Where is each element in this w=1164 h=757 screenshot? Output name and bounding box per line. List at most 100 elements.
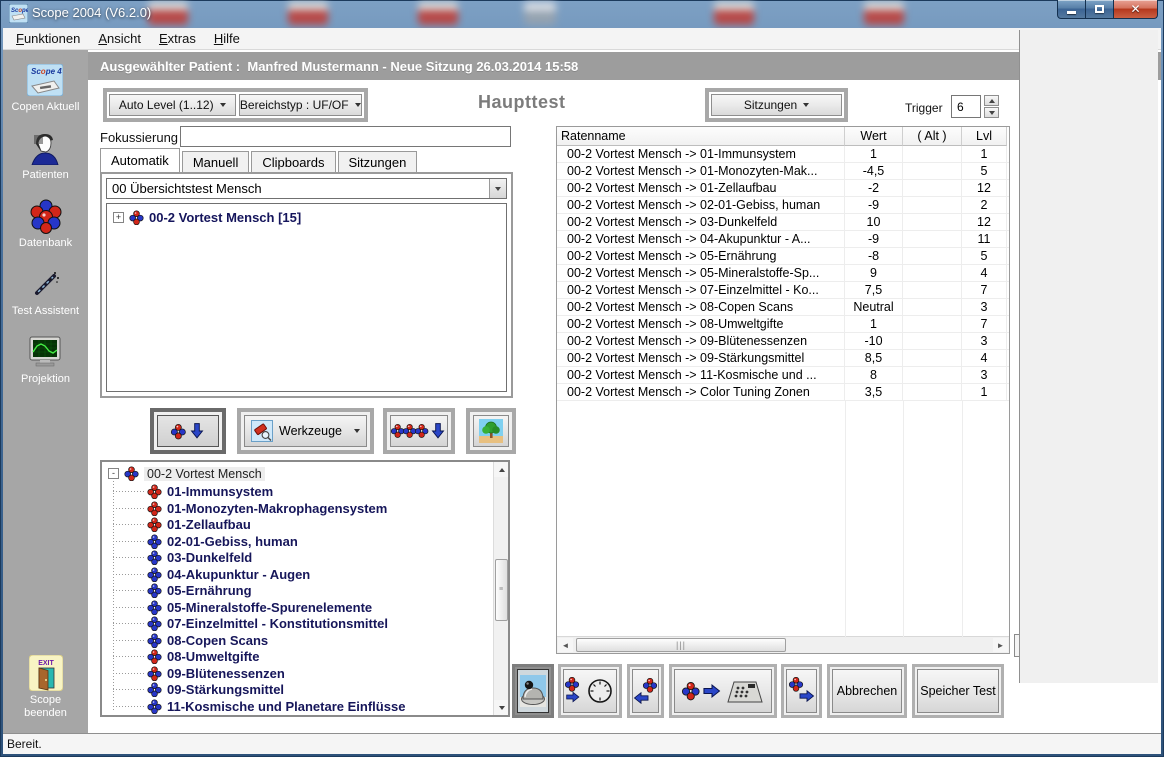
atoms-arrow-left-button[interactable] (632, 669, 659, 713)
scroll-right-button[interactable]: ► (993, 638, 1008, 652)
table-cell: 00-2 Vortest Mensch -> 08-Copen Scans (557, 299, 845, 315)
menu-item-extras[interactable]: Extras (150, 29, 205, 48)
atoms-download-button[interactable] (390, 415, 448, 447)
minimize-button[interactable] (1057, 0, 1086, 19)
tree-root-row[interactable]: + 00-2 Vortest Mensch [15] (113, 210, 301, 225)
table-row[interactable]: 00-2 Vortest Mensch -> 08-Copen ScansNeu… (557, 299, 1009, 316)
dropdown-arrow-button[interactable] (489, 179, 506, 198)
table-cell: 3,5 (845, 384, 903, 400)
table-row[interactable]: 00-2 Vortest Mensch -> 01-Monozyten-Mak.… (557, 163, 1009, 180)
bereichstyp-button[interactable]: Bereichstyp : UF/OF (239, 94, 363, 116)
sidebar-item-datenbank[interactable]: Datenbank (19, 198, 72, 249)
collapse-minus-icon[interactable]: - (108, 468, 119, 479)
table-row[interactable]: 00-2 Vortest Mensch -> 01-Zellaufbau-212 (557, 180, 1009, 197)
sidebar-item-copen-aktuell[interactable]: Scope 4 Copen Aktuell (12, 62, 80, 113)
table-row[interactable]: 00-2 Vortest Mensch -> 02-01-Gebiss, hum… (557, 197, 1009, 214)
menu-item-ansicht[interactable]: Ansicht (89, 29, 150, 48)
maximize-button[interactable] (1086, 0, 1113, 19)
menu-item-funktionen[interactable]: Funktionen (7, 29, 89, 48)
sidebar-item-test-assistent[interactable]: Test Assistent (12, 266, 79, 317)
tree-item[interactable]: 09-Stärkungsmittel (147, 682, 284, 697)
tab-manuell[interactable]: Manuell (182, 151, 250, 172)
tree-item[interactable]: 05-Mineralstoffe-Spurenelemente (147, 600, 372, 615)
chevron-down-icon (355, 103, 361, 107)
atom-download-button[interactable] (157, 415, 219, 447)
trigger-down-button[interactable] (984, 107, 999, 118)
application-window: Scope Scope 2004 (V6.2.0) ✕ FunktionenAn… (0, 0, 1164, 757)
hscrollbar-thumb[interactable]: ||| (576, 638, 786, 652)
menu-item-hilfe[interactable]: Hilfe (205, 29, 249, 48)
sidebar-item-projektion[interactable]: Projektion (21, 334, 70, 385)
column-header-ratenname[interactable]: Ratenname (557, 127, 845, 146)
fokussierung-input[interactable] (180, 126, 511, 147)
scrollbar-thumb[interactable]: ≡ (495, 559, 508, 621)
auto-level-button[interactable]: Auto Level (1..12) (109, 94, 236, 116)
test-dropdown[interactable]: 00 Übersichtstest Mensch (106, 178, 507, 199)
table-cell: 12 (962, 214, 1007, 230)
column-header-wert[interactable]: Wert (845, 127, 903, 146)
trigger-value-field[interactable]: 6 (951, 95, 981, 118)
scroll-left-button[interactable]: ◄ (558, 638, 573, 652)
tree-scrollbar[interactable]: ≡ (493, 462, 508, 715)
table-row[interactable]: 00-2 Vortest Mensch -> 05-Mineralstoffe-… (557, 265, 1009, 282)
tree-item[interactable]: 08-Umweltgifte (147, 649, 259, 664)
tab-clipboards[interactable]: Clipboards (251, 151, 335, 172)
table-row[interactable]: 00-2 Vortest Mensch -> 08-Umweltgifte17 (557, 316, 1009, 333)
tree-item[interactable]: 11-Kosmische und Planetare Einflüsse (147, 699, 405, 714)
column-header-lvl[interactable]: Lvl (962, 127, 1007, 146)
tree-button[interactable] (473, 415, 509, 447)
dome-sensor-button[interactable] (517, 669, 549, 713)
tree-item[interactable]: 01-Zellaufbau (147, 517, 251, 532)
tree-root-row[interactable]: - 00-2 Vortest Mensch (108, 466, 265, 481)
tree-item[interactable]: 08-Copen Scans (147, 633, 268, 648)
table-cell: 1 (962, 384, 1007, 400)
tree-item[interactable]: 02-01-Gebiss, human (147, 534, 298, 549)
table-cell: Neutral (845, 299, 903, 315)
action-button-frame (558, 664, 622, 718)
atom-to-device-button[interactable] (674, 669, 772, 713)
atoms-arrow-right-button[interactable] (786, 669, 817, 713)
tree-connector (113, 623, 145, 624)
tab-sitzungen[interactable]: Sitzungen (338, 151, 418, 172)
table-row[interactable]: 00-2 Vortest Mensch -> 09-Stärkungsmitte… (557, 350, 1009, 367)
arrow-left-icon: ◄ (562, 641, 570, 650)
table-hscrollbar[interactable]: ◄ ||| ► (557, 636, 1009, 653)
table-row[interactable]: 00-2 Vortest Mensch -> 05-Ernährung-85 (557, 248, 1009, 265)
tab-automatik[interactable]: Automatik (100, 148, 180, 172)
scroll-up-button[interactable] (494, 462, 509, 477)
werkzeuge-button[interactable]: Werkzeuge (244, 415, 367, 447)
table-row[interactable]: 00-2 Vortest Mensch -> 03-Dunkelfeld1012 (557, 214, 1009, 231)
table-cell: 3 (962, 333, 1007, 349)
glass-reflection (418, 2, 458, 25)
tree-item[interactable]: 05-Ernährung (147, 583, 252, 598)
expand-plus-icon[interactable]: + (113, 212, 124, 223)
scroll-down-button[interactable] (494, 700, 509, 715)
column-header-alt[interactable]: ( Alt ) (903, 127, 962, 146)
tree-connector (113, 640, 145, 641)
table-row[interactable]: 00-2 Vortest Mensch -> 09-Blütenessenzen… (557, 333, 1009, 350)
abbrechen-button[interactable]: Abbrechen (832, 669, 902, 713)
table-row[interactable]: 00-2 Vortest Mensch -> 11-Kosmische und … (557, 367, 1009, 384)
tree-item[interactable]: 03-Dunkelfeld (147, 550, 252, 565)
table-row[interactable]: 00-2 Vortest Mensch -> 04-Akupunktur - A… (557, 231, 1009, 248)
tree-item-label: 08-Copen Scans (167, 633, 268, 648)
speicher-test-button[interactable]: Speicher Test (917, 669, 999, 713)
sitzungen-button[interactable]: Sitzungen (711, 94, 842, 116)
tree-item[interactable]: 01-Immunsystem (147, 484, 273, 499)
tree-item[interactable]: 09-Blütenessenzen (147, 666, 285, 681)
table-cell (903, 282, 962, 298)
close-button[interactable]: ✕ (1113, 0, 1158, 19)
tree-item[interactable]: 07-Einzelmittel - Konstitutionsmittel (147, 616, 388, 631)
tree-item[interactable]: 04-Akupunktur - Augen (147, 567, 310, 582)
table-cell: 7 (962, 316, 1007, 332)
table-row[interactable]: 00-2 Vortest Mensch -> Color Tuning Zone… (557, 384, 1009, 401)
trigger-up-button[interactable] (984, 95, 999, 106)
tree-connector (113, 557, 145, 558)
table-row[interactable]: 00-2 Vortest Mensch -> 01-Immunsystem11 (557, 146, 1009, 163)
sidebar-item-scope-beenden[interactable]: EXIT Scopebeenden (3, 655, 88, 719)
atoms-to-dial-button[interactable] (563, 669, 617, 713)
sidebar-item-patienten[interactable]: Patienten (22, 130, 68, 181)
table-row[interactable]: 00-2 Vortest Mensch -> 07-Einzelmittel -… (557, 282, 1009, 299)
maximize-icon (1095, 5, 1104, 13)
tree-item[interactable]: 01-Monozyten-Makrophagensystem (147, 501, 387, 516)
